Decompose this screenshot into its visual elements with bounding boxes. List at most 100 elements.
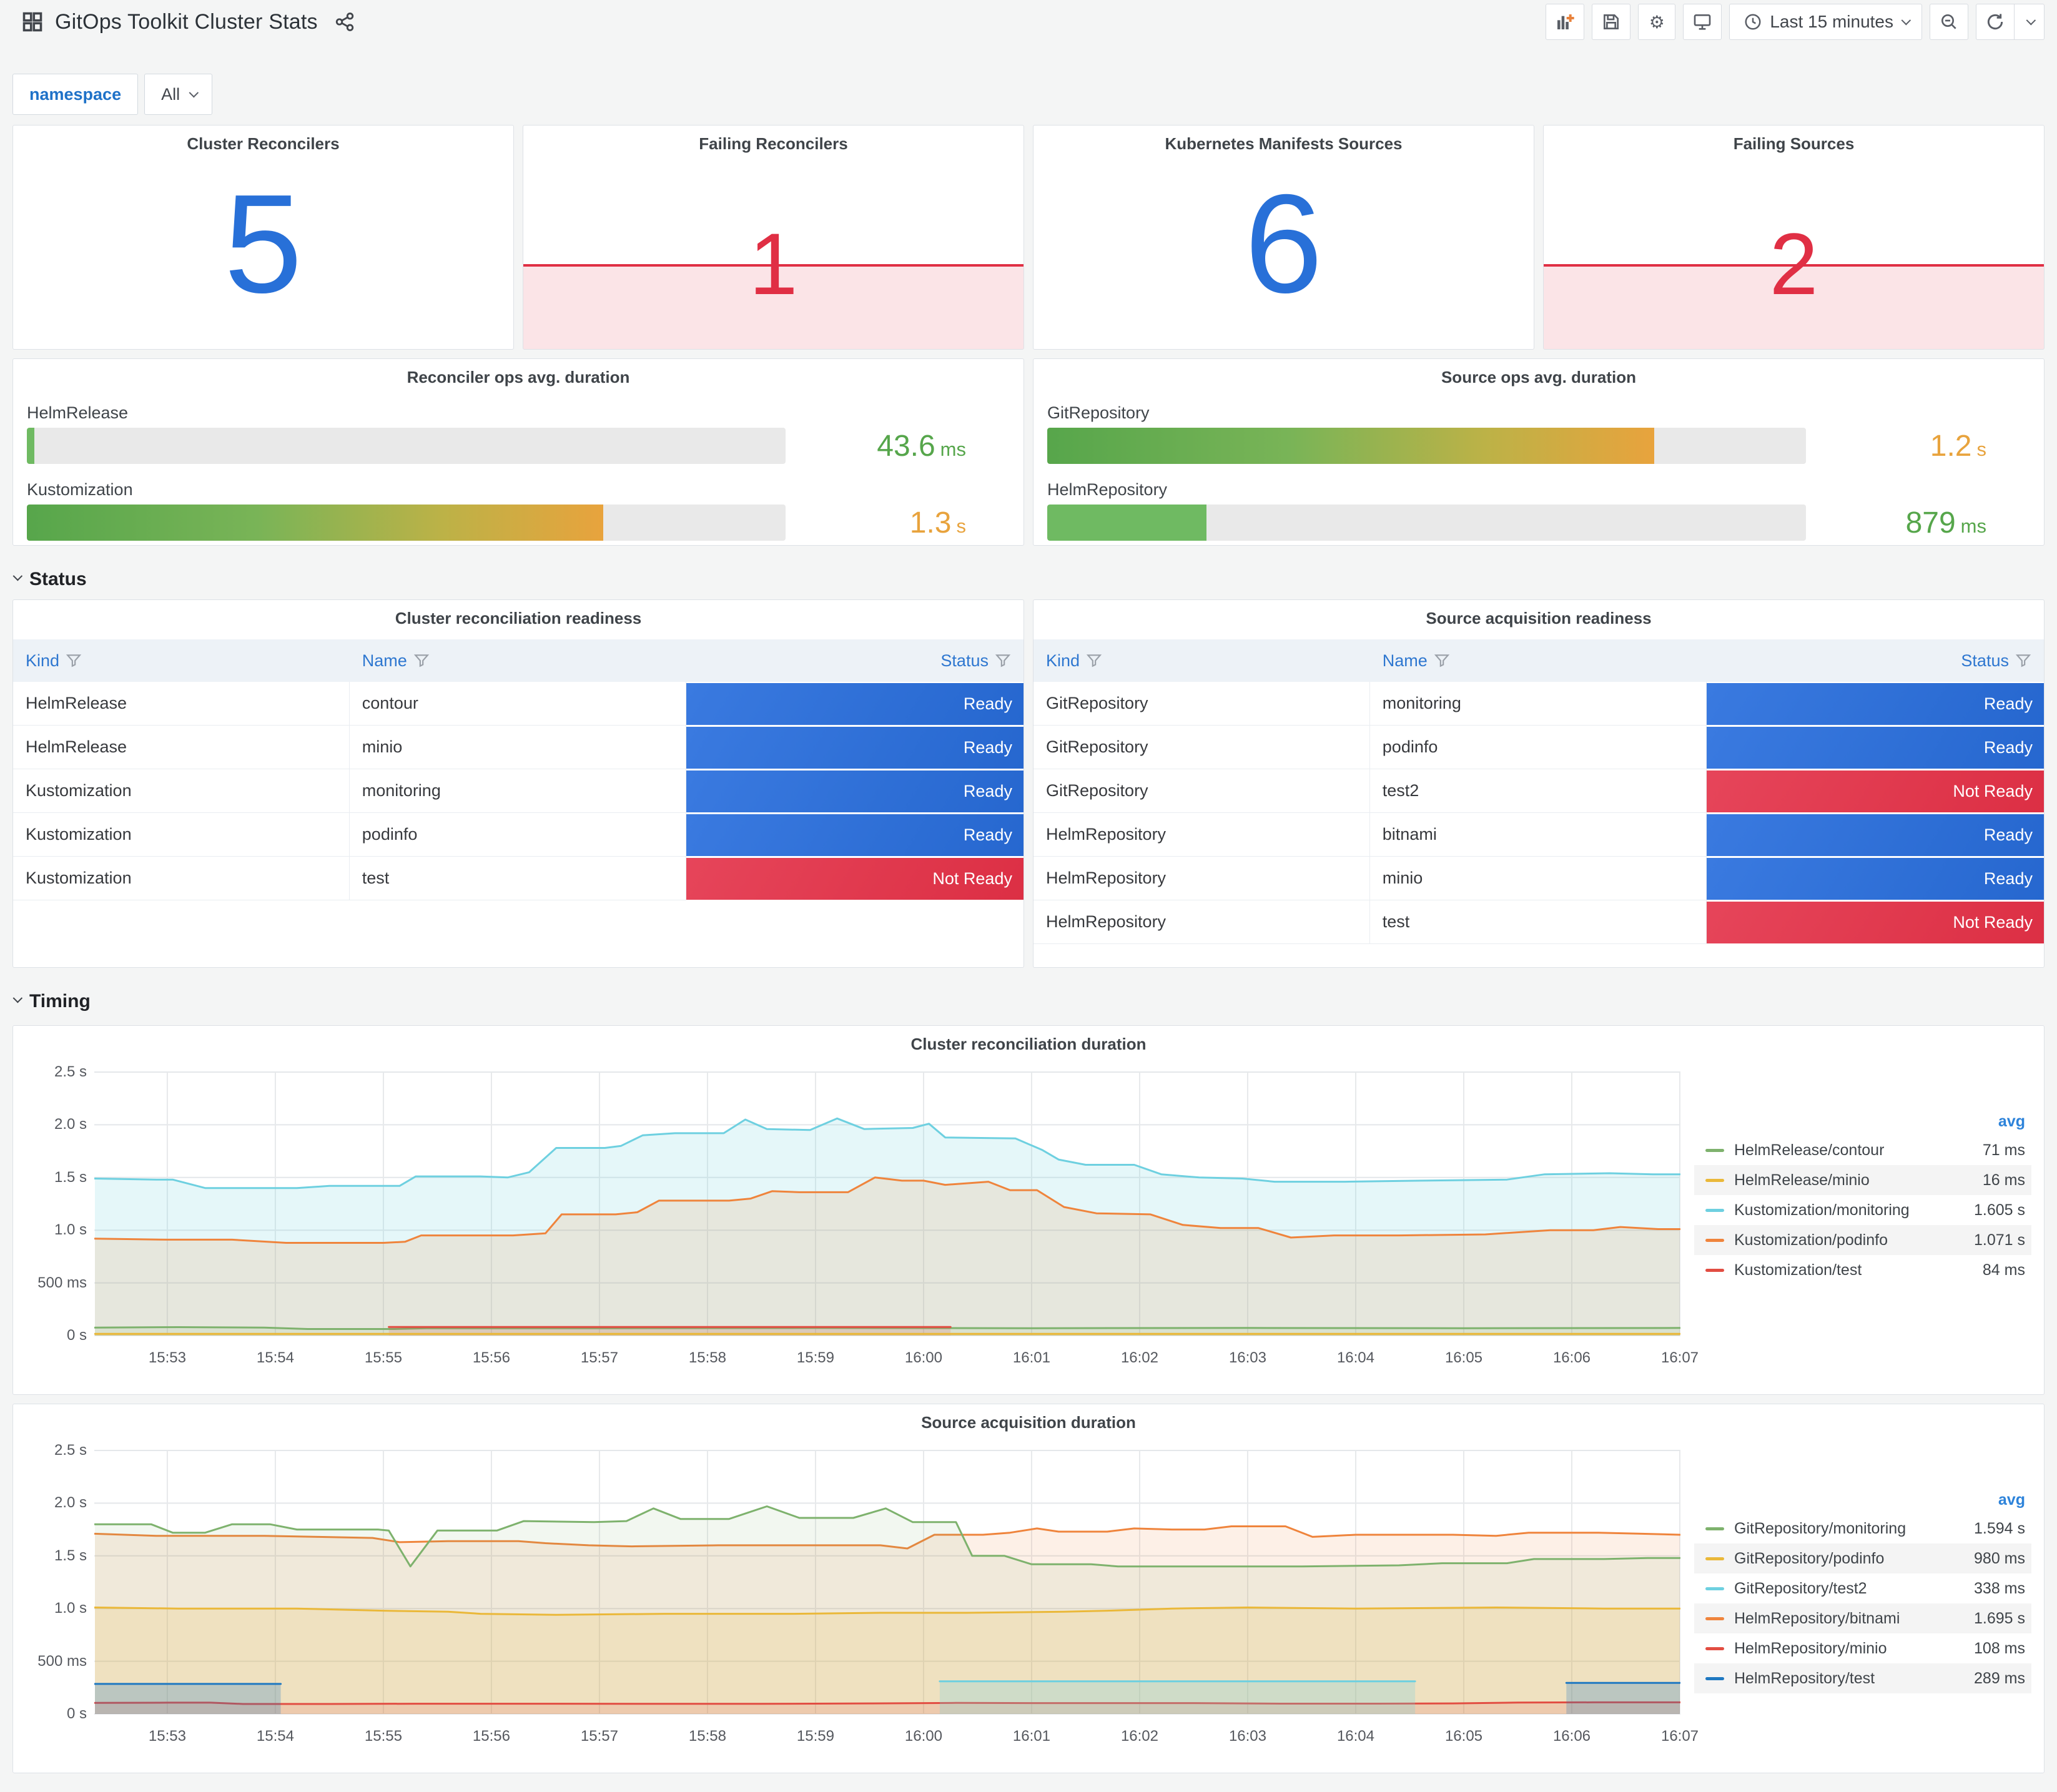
gauge-value: 879 ms [1905,506,1986,539]
share-icon[interactable] [334,11,355,32]
table-row: GitRepository monitoring Ready [1033,682,2044,726]
column-header-status[interactable]: Status [1948,651,2044,671]
x-axis-labels: 15:53 15:54 15:55 15:56 15:57 15:58 15:59 16:00… [94,1719,1699,1750]
panel-title[interactable]: Reconciler ops avg. duration [27,359,1010,387]
y-tick-label: 1.5 s [54,1168,87,1186]
cell-kind: HelmRepository [1033,813,1370,857]
panel-title[interactable]: Failing Reconcilers [523,126,1024,154]
status-badge: Ready [1706,682,2044,725]
legend-item[interactable]: GitRepository/monitoring 1.594 s [1694,1514,2031,1543]
variable-value: All [161,84,180,104]
refresh-interval-dropdown[interactable] [2015,4,2045,40]
save-dashboard-button[interactable] [1592,4,1631,40]
tv-cycle-icon[interactable] [1683,4,1722,40]
legend-item[interactable]: HelmRelease/minio 16 ms [1694,1165,2031,1195]
column-header-status[interactable]: Status [928,651,1024,671]
chart-plot-area[interactable]: 15:53 15:54 15:55 15:56 15:57 15:58 15:59 16:00… [94,1069,1699,1372]
x-tick-label: 15:58 [688,1349,726,1366]
legend-series-color [1705,1587,1724,1590]
filter-icon[interactable] [1434,652,1450,669]
cell-name: podinfo [1369,726,1707,769]
stat-panel-failing-sources: Failing Sources 2 [1543,125,2045,350]
legend-series-color [1705,1178,1724,1182]
section-header-timing[interactable]: Timing [12,984,2045,1019]
x-tick-label: 15:55 [364,1349,402,1366]
legend-item[interactable]: Kustomization/podinfo 1.071 s [1694,1225,2031,1255]
x-tick-label: 15:59 [796,1349,834,1366]
filter-icon[interactable] [995,652,1011,669]
panel-title[interactable]: Source acquisition duration [26,1404,2031,1432]
panel-title[interactable]: Failing Sources [1544,126,2044,154]
x-tick-label: 15:59 [796,1728,834,1745]
filter-icon[interactable] [413,652,430,669]
x-tick-label: 15:54 [256,1349,294,1366]
zoom-out-button[interactable] [1930,4,1968,40]
y-tick-label: 1.5 s [54,1547,87,1564]
legend-avg-value: 1.071 s [1973,1231,2025,1249]
status-badge: Ready [686,770,1024,812]
submenu: namespace All [12,74,2045,115]
filter-icon[interactable] [2015,652,2031,669]
x-tick-label: 16:01 [1012,1728,1050,1745]
legend-item[interactable]: GitRepository/podinfo 980 ms [1694,1543,2031,1573]
column-header-kind[interactable]: Kind [13,651,350,671]
section-header-status[interactable]: Status [12,562,2045,597]
chevron-down-icon [1901,15,1911,25]
cell-kind: Kustomization [13,769,350,813]
legend-series-label: HelmRepository/test [1734,1669,1875,1687]
panel-title[interactable]: Source ops avg. duration [1047,359,2030,387]
panel-title[interactable]: Cluster Reconcilers [13,126,513,154]
panel-title[interactable]: Kubernetes Manifests Sources [1033,126,1534,154]
legend-item[interactable]: HelmRelease/contour 71 ms [1694,1135,2031,1165]
filter-icon[interactable] [66,652,82,669]
cell-name: contour [349,682,686,726]
legend-item[interactable]: HelmRepository/bitnami 1.695 s [1694,1603,2031,1633]
column-header-name[interactable]: Name [350,651,686,671]
legend-item[interactable]: Kustomization/monitoring 1.605 s [1694,1195,2031,1225]
legend-item[interactable]: HelmRepository/minio 108 ms [1694,1633,2031,1663]
legend-series-color [1705,1268,1724,1272]
legend-item[interactable]: Kustomization/test 84 ms [1694,1255,2031,1285]
refresh-button[interactable] [1976,4,2015,40]
x-tick-label: 15:53 [148,1349,186,1366]
stat-value: 2 [1769,214,1818,313]
panel-title[interactable]: Cluster reconciliation readiness [13,600,1024,628]
table-row: HelmRelease minio Ready [13,726,1024,769]
legend-avg-header[interactable]: avg [1998,1491,2031,1509]
tables-row: Cluster reconciliation readiness Kind Na… [12,599,2045,968]
settings-gear-icon[interactable]: ⚙ [1638,4,1676,40]
legend-series-label: HelmRelease/minio [1734,1171,1870,1189]
status-badge: Ready [1706,857,2044,900]
x-tick-label: 15:57 [580,1728,618,1745]
legend-series-label: HelmRepository/bitnami [1734,1609,1900,1627]
table-header: Kind Name Status [13,639,1024,682]
status-badge: Not Ready [1706,770,2044,812]
table-row: GitRepository podinfo Ready [1033,726,2044,769]
column-header-name[interactable]: Name [1370,651,1707,671]
legend-item[interactable]: HelmRepository/test 289 ms [1694,1663,2031,1693]
x-tick-label: 16:06 [1552,1349,1591,1366]
legend-item[interactable]: GitRepository/test2 338 ms [1694,1573,2031,1603]
chart-plot-area[interactable]: 15:53 15:54 15:55 15:56 15:57 15:58 15:59 16:00… [94,1447,1699,1750]
time-range-picker[interactable]: Last 15 minutes [1729,4,1922,40]
y-tick-label: 500 ms [37,1652,87,1670]
section-title: Status [29,569,87,589]
y-tick-label: 2.5 s [54,1063,87,1080]
y-tick-label: 0 s [66,1705,87,1722]
y-axis-labels: 0 s 500 ms 1.0 s 1.5 s 2.0 s 2.5 s [26,1442,94,1722]
column-header-kind[interactable]: Kind [1033,651,1370,671]
filter-icon[interactable] [1086,652,1102,669]
y-tick-label: 2.5 s [54,1442,87,1459]
variable-label-namespace[interactable]: namespace [12,74,139,115]
variable-value-dropdown[interactable]: All [144,74,213,115]
dashboards-grid-icon[interactable] [21,11,44,33]
chart-panel-cluster-reconciliation-duration: Cluster reconciliation duration 0 s 500 m… [12,1025,2045,1395]
add-panel-button[interactable] [1546,4,1585,40]
legend-avg-header[interactable]: avg [1998,1113,2031,1131]
panel-title[interactable]: Source acquisition readiness [1033,600,2044,628]
panel-title[interactable]: Cluster reconciliation duration [26,1026,2031,1054]
stat-panel-failing-reconcilers: Failing Reconcilers 1 [523,125,1024,350]
chevron-down-icon [189,87,199,97]
chart-legend: avg HelmRelease/contour 71 ms HelmRelease/m… [1694,1069,2031,1372]
gauge-label: GitRepository [1047,403,1150,422]
